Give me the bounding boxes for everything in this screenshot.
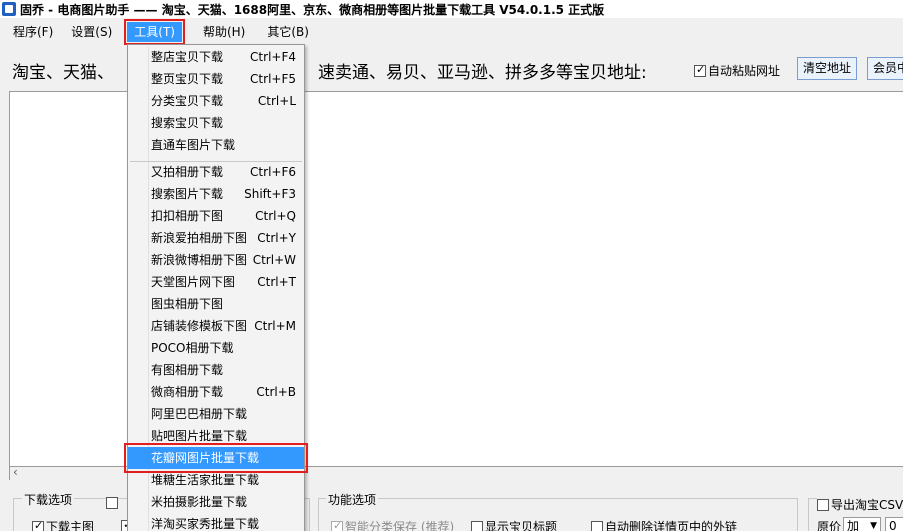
url-prompt-left: 淘宝、天猫、 — [12, 63, 114, 83]
smart-save-checkbox[interactable] — [331, 519, 343, 531]
window-title: 固乔 - 电商图片助手 —— 淘宝、天猫、1688阿里、京东、微商相册等图片批量… — [20, 2, 605, 17]
export-csv-label: 导出淘宝CSV数据 — [831, 498, 903, 512]
show-title-option[interactable]: 显示宝贝标题 — [471, 518, 557, 531]
export-csv-option[interactable]: 导出淘宝CSV数据 — [817, 496, 903, 513]
download-main-image-checkbox[interactable] — [32, 519, 44, 531]
menu-item-shortcut: Ctrl+F5 — [250, 72, 296, 86]
menu-item-shortcut: Ctrl+Q — [255, 209, 296, 223]
menu-item-shortcut: Ctrl+T — [257, 275, 296, 289]
app-window: 固乔 - 电商图片助手 —— 淘宝、天猫、1688阿里、京东、微商相册等图片批量… — [0, 0, 903, 531]
url-prompt-right: 速卖通、易贝、亚马逊、拼多多等宝贝地址: — [318, 63, 647, 83]
menu-item-label: 微商相册下载 — [151, 385, 224, 399]
menu-item-shortcut: Ctrl+M — [254, 319, 296, 333]
menu-item-label: 有图相册下载 — [151, 363, 224, 377]
auto-delete-links-option[interactable]: 自动删除详情页中的外链 — [591, 518, 737, 531]
menu-item-group2-11[interactable]: 阿里巴巴相册下载 — [128, 403, 304, 425]
menu-item-label: 图虫相册下图 — [151, 297, 224, 311]
menu-item-label: 新浪微博相册下图 — [151, 253, 248, 267]
menu-item-group2-14[interactable]: 堆糖生活家批量下载 — [128, 469, 304, 491]
menu-item-shortcut: Ctrl+W — [252, 253, 296, 267]
menu-item-group2-0[interactable]: 又拍相册下载 Ctrl+F6 — [128, 161, 304, 183]
show-title-label: 显示宝贝标题 — [485, 520, 558, 531]
menu-item-label: 分类宝贝下载 — [151, 94, 224, 108]
function-options-title: 功能选项 — [326, 491, 379, 508]
menu-item-group1-0[interactable]: 整店宝贝下载 Ctrl+F4 — [128, 46, 304, 68]
scroll-left-icon[interactable]: ‹ — [13, 465, 18, 479]
menu-item-group2-10[interactable]: 微商相册下载 Ctrl+B — [128, 381, 304, 403]
menu-item-label: 搜索宝贝下载 — [151, 116, 224, 130]
auto-delete-links-checkbox[interactable] — [591, 520, 603, 531]
download-main-image-label: 下载主图 — [46, 520, 95, 531]
menu-item-group1-2[interactable]: 分类宝贝下载 Ctrl+L — [128, 90, 304, 112]
app-logo-icon — [2, 2, 16, 16]
export-group: 导出淘宝CSV数据 原价 加 ▼ 0 — [808, 496, 903, 531]
menu-item-shortcut: Ctrl+Y — [257, 231, 296, 245]
menu-item-group2-2[interactable]: 扣扣相册下图 Ctrl+Q — [128, 205, 304, 227]
menu-item-label: 扣扣相册下图 — [151, 209, 224, 223]
menu-program[interactable]: 程序(F) — [6, 22, 60, 42]
menu-item-group1-1[interactable]: 整页宝贝下载 Ctrl+F5 — [128, 68, 304, 90]
menu-item-label: 整页宝贝下载 — [151, 72, 224, 86]
smart-save-label: 智能分类保存 (推荐) — [345, 520, 455, 531]
menu-item-group2-8[interactable]: POCO相册下载 — [128, 337, 304, 359]
auto-paste-checkbox[interactable] — [694, 63, 706, 77]
menu-item-shortcut: Shift+F3 — [244, 187, 296, 201]
smart-save-option[interactable]: 智能分类保存 (推荐) — [331, 518, 454, 531]
menu-item-group2-13[interactable]: 花瓣网图片批量下载 — [124, 443, 308, 473]
menu-item-label: 搜索图片下载 — [151, 187, 224, 201]
price-value-input[interactable]: 0 — [885, 517, 903, 531]
menu-other[interactable]: 其它(B) — [260, 22, 316, 42]
menu-item-group2-3[interactable]: 新浪爱拍相册下图 Ctrl+Y — [128, 227, 304, 249]
menu-item-label: 堆糖生活家批量下载 — [151, 473, 260, 487]
menu-item-group2-15[interactable]: 米拍摄影批量下载 — [128, 491, 304, 513]
menu-item-label: 店铺装修模板下图 — [151, 319, 248, 333]
menu-item-group1-4[interactable]: 直通车图片下载 — [128, 134, 304, 156]
menu-help[interactable]: 帮助(H) — [196, 22, 252, 42]
menu-item-group2-16[interactable]: 洋淘买家秀批量下载 — [128, 513, 304, 531]
export-csv-checkbox[interactable] — [817, 498, 829, 511]
menu-item-label: 直通车图片下载 — [151, 138, 236, 152]
menu-item-label: 米拍摄影批量下载 — [151, 495, 248, 509]
menu-item-label: 阿里巴巴相册下载 — [151, 407, 248, 421]
menu-item-group2-1[interactable]: 搜索图片下载 Shift+F3 — [128, 183, 304, 205]
chevron-down-icon: ▼ — [870, 521, 877, 531]
menu-item-group2-4[interactable]: 新浪微博相册下图 Ctrl+W — [128, 249, 304, 271]
menu-item-group2-6[interactable]: 图虫相册下图 — [128, 293, 304, 315]
download-options-title: 下载选项 — [22, 491, 75, 508]
price-operation-select[interactable]: 加 ▼ — [843, 517, 881, 531]
download-main-image-option[interactable]: 下载主图 — [32, 518, 94, 531]
menu-item-label: 又拍相册下载 — [151, 165, 224, 179]
menu-item-label: 新浪爱拍相册下图 — [151, 231, 248, 245]
menu-item-label: 整店宝贝下载 — [151, 50, 224, 64]
menu-item-group2-12[interactable]: 贴吧图片批量下载 — [128, 425, 304, 447]
menu-item-label: 花瓣网图片批量下载 — [151, 451, 260, 465]
menu-settings[interactable]: 设置(S) — [64, 22, 119, 42]
show-title-checkbox[interactable] — [471, 520, 483, 531]
menu-item-label: 洋淘买家秀批量下载 — [151, 517, 260, 531]
tools-dropdown-menu: 整店宝贝下载 Ctrl+F4 整页宝贝下载 Ctrl+F5 分类宝贝下载 Ctrl+L 搜索… — [124, 44, 308, 531]
function-options-group: 功能选项 智能分类保存 (推荐) 显示宝贝标题 自动删除详情页中的外链 — [318, 491, 798, 531]
auto-paste-option[interactable]: 自动粘贴网址 — [694, 62, 780, 79]
menu-item-group2-9[interactable]: 有图相册下载 — [128, 359, 304, 381]
auto-delete-links-label: 自动删除详情页中的外链 — [605, 520, 738, 531]
price-operation-value: 加 — [847, 519, 860, 531]
clear-address-button[interactable]: 清空地址 — [797, 57, 857, 80]
menu-item-shortcut: Ctrl+L — [257, 94, 296, 108]
menu-item-label: 贴吧图片批量下载 — [151, 429, 248, 443]
menu-item-shortcut: Ctrl+F6 — [250, 165, 296, 179]
download-option-checkbox[interactable] — [106, 497, 118, 509]
menu-item-shortcut: Ctrl+F4 — [250, 50, 296, 64]
original-price-label: 原价 — [817, 520, 842, 531]
menu-tools[interactable]: 工具(T) — [124, 19, 185, 45]
auto-paste-label: 自动粘贴网址 — [708, 64, 781, 78]
menu-item-shortcut: Ctrl+B — [256, 385, 296, 399]
menu-item-group1-3[interactable]: 搜索宝贝下载 — [128, 112, 304, 134]
menu-item-label: POCO相册下载 — [151, 341, 234, 355]
menu-bar: 程序(F) 设置(S) 工具(T) 帮助(H) 其它(B) — [0, 19, 903, 45]
menu-item-group2-7[interactable]: 店铺装修模板下图 Ctrl+M — [128, 315, 304, 337]
title-bar: 固乔 - 电商图片助手 —— 淘宝、天猫、1688阿里、京东、微商相册等图片批量… — [0, 0, 903, 18]
menu-item-group2-5[interactable]: 天堂图片网下图 Ctrl+T — [128, 271, 304, 293]
menu-item-label: 天堂图片网下图 — [151, 275, 236, 289]
member-center-button[interactable]: 会员中心 — [867, 57, 903, 80]
